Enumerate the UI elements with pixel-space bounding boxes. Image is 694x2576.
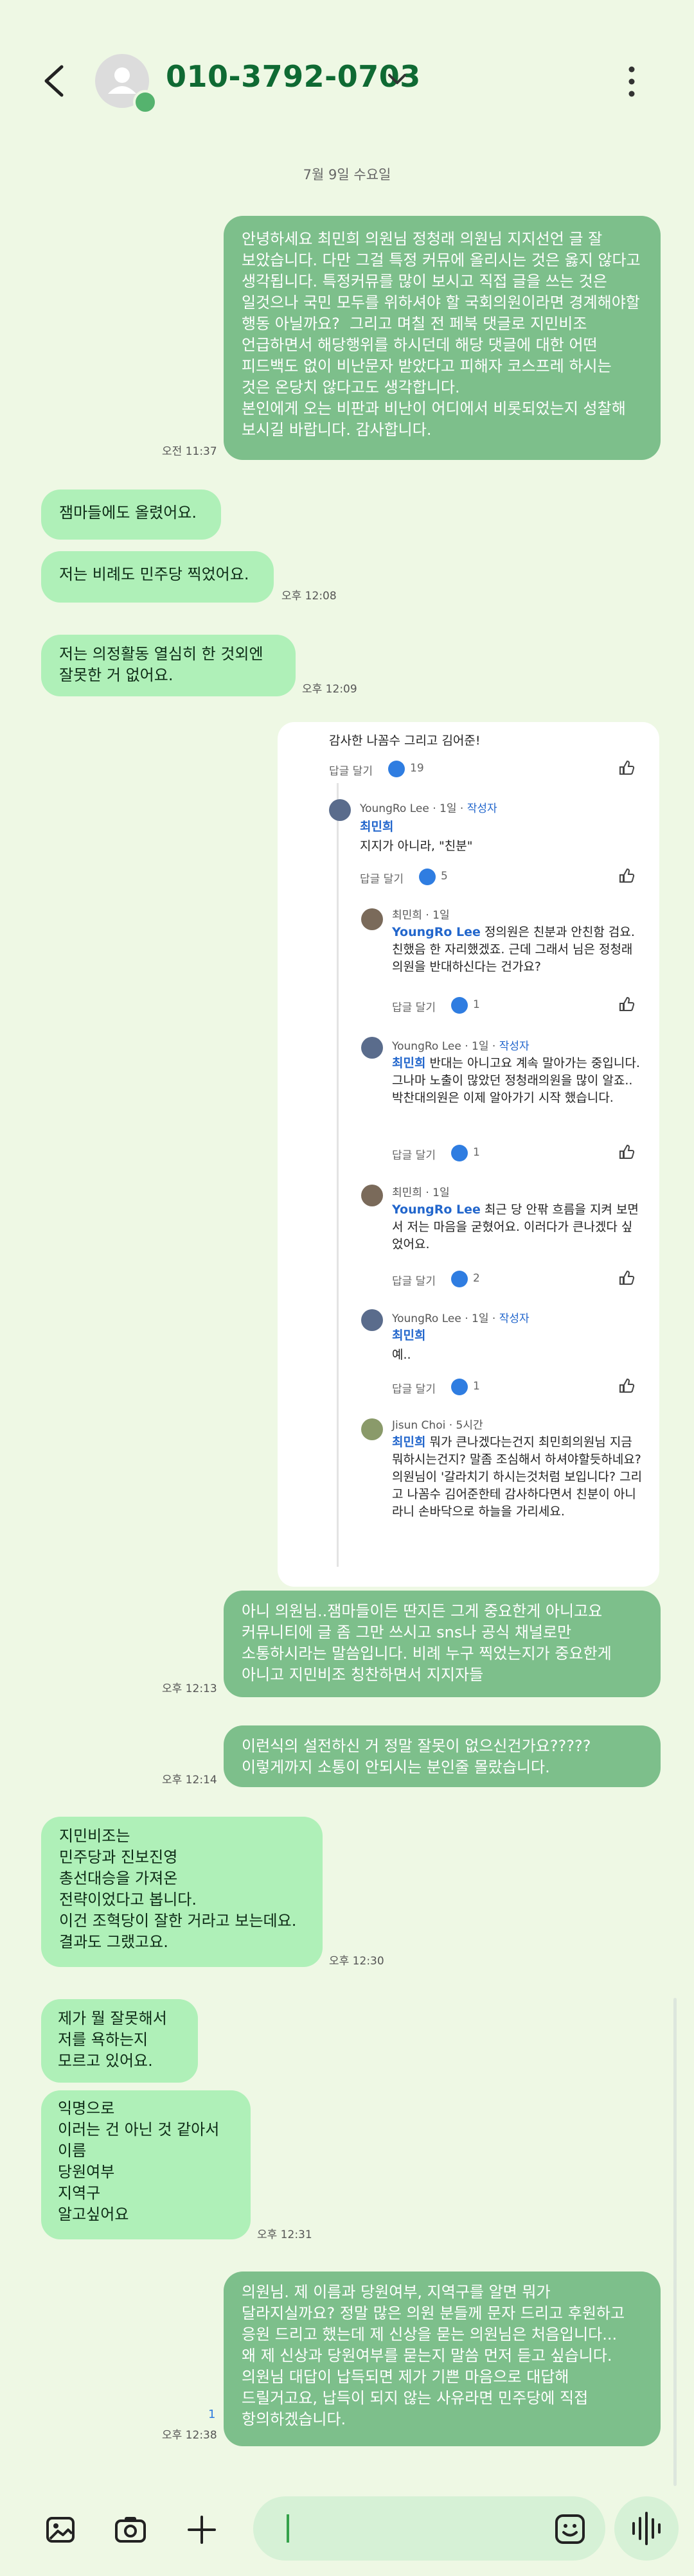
like-count-icon (451, 1379, 468, 1395)
thread-line (337, 783, 339, 1567)
message-bubble-outgoing[interactable]: 의원님. 제 이름과 당원여부, 지역구를 알면 뭐가 달라지실까요? 정말 많… (224, 2272, 661, 2446)
like-count: 19 (410, 762, 424, 775)
avatar (361, 1037, 383, 1059)
text-cursor (287, 2514, 289, 2543)
avatar (361, 1309, 383, 1331)
comment-text: 예.. (392, 1348, 411, 1362)
reply-link[interactable]: 답글 달기 (329, 762, 373, 778)
like-count-icon (419, 869, 436, 885)
comment-text: 최민희 뭐가 큰나겠다는건지 최민희의원님 지금 뭐하시는건지? 말좀 조심해서… (392, 1435, 643, 1519)
message-time: 오전 11:37 (162, 445, 217, 458)
message-bubble-incoming[interactable]: 제가 뭘 잘못해서 저를 욕하는지 모르고 있어요. (41, 1999, 198, 2083)
back-arrow-icon[interactable] (37, 62, 71, 100)
thumb-up-icon[interactable] (618, 996, 635, 1012)
like-count: 2 (473, 1272, 480, 1285)
chevron-down-icon[interactable] (384, 69, 410, 89)
message-bubble-incoming[interactable]: 저는 의정활동 열심히 한 것외엔 잘못한 거 없어요. (41, 635, 296, 696)
avatar (329, 799, 351, 821)
comment-text: 감사한 나꼼수 그리고 김어준! (329, 734, 481, 748)
online-status-dot (133, 90, 157, 114)
message-input[interactable] (253, 2496, 605, 2561)
comment-author: YoungRo Lee · 1일 · 작성자 (360, 802, 497, 815)
reply-link[interactable]: 답글 달기 (392, 1146, 436, 1162)
message-time: 오후 12:08 (281, 590, 337, 603)
comment-author: Jisun Choi · 5시간 (392, 1419, 483, 1432)
like-count-icon (451, 1145, 468, 1161)
unread-count: 1 (208, 2408, 216, 2421)
comment-author: 최민희 · 1일 (392, 1187, 450, 1199)
voice-record-button[interactable] (614, 2496, 679, 2561)
message-time: 오후 12:31 (257, 2228, 312, 2241)
like-count: 1 (473, 1380, 480, 1393)
message-bubble-outgoing[interactable]: 아니 의원님..잼마들이든 딴지든 그게 중요한게 아니고요 커뮤니티에 글 좀… (224, 1591, 661, 1697)
comment-text: YoungRo Lee 최근 당 안팎 흐름을 지켜 보면서 저는 마음을 굳혔… (392, 1203, 639, 1251)
like-count: 1 (473, 1146, 480, 1159)
comment-mention[interactable]: 최민희 (392, 1327, 425, 1345)
thumb-up-icon[interactable] (618, 1377, 635, 1394)
avatar (361, 1185, 383, 1206)
like-count-icon (388, 761, 405, 777)
gallery-icon[interactable] (45, 2514, 76, 2545)
reply-link[interactable]: 답글 달기 (392, 1380, 436, 1396)
conversation-header: 010-3792-0703 (0, 0, 694, 161)
message-time: 오후 12:30 (329, 1955, 384, 1968)
avatar (361, 1418, 383, 1440)
reply-link[interactable]: 답글 달기 (360, 870, 404, 886)
plus-icon[interactable] (186, 2514, 217, 2545)
message-time: 오후 12:09 (302, 683, 357, 696)
comment-author: YoungRo Lee · 1일 · 작성자 (392, 1040, 529, 1053)
comment-text: YoungRo Lee 정의원은 친분과 안친함 검요.친했음 한 자리했겠죠.… (392, 925, 635, 974)
like-count: 5 (441, 870, 448, 883)
message-time: 오후 12:14 (162, 1774, 217, 1786)
comment-mention[interactable]: 최민희 (360, 818, 393, 836)
reply-link[interactable]: 답글 달기 (392, 998, 436, 1014)
message-time: 오후 12:38 (162, 2429, 217, 2442)
like-count-icon (451, 1271, 468, 1287)
comment-author: YoungRo Lee · 1일 · 작성자 (392, 1312, 529, 1325)
like-count: 1 (473, 998, 480, 1011)
comment-author: 최민희 · 1일 (392, 909, 450, 922)
message-bubble-outgoing[interactable]: 안녕하세요 최민희 의원님 정청래 의원님 지지선언 글 잘 보았습니다. 다만… (224, 216, 661, 460)
voice-wave-icon (632, 2512, 661, 2545)
shared-screenshot[interactable]: 감사한 나꼼수 그리고 김어준! 답글 달기 19 YoungRo Lee · … (278, 722, 659, 1587)
message-bubble-incoming[interactable]: 저는 비례도 민주당 찍었어요. (41, 551, 274, 603)
more-vert-icon[interactable] (622, 63, 641, 100)
reply-link[interactable]: 답글 달기 (392, 1272, 436, 1288)
message-bubble-outgoing[interactable]: 이런식의 설전하신 거 정말 잘못이 없으신건가요????? 이렇게까지 소통이… (224, 1725, 661, 1787)
thumb-up-icon[interactable] (618, 867, 635, 884)
message-bubble-incoming[interactable]: 익명으로 이러는 건 아닌 것 같아서 이름 당원여부 지역구 알고싶어요 (41, 2090, 251, 2239)
avatar (361, 908, 383, 930)
message-bubble-incoming[interactable]: 지민비조는 민주당과 진보진영 총선대승을 가져온 전략이었다고 봅니다. 이건… (41, 1817, 323, 1967)
thumb-up-icon[interactable] (618, 1143, 635, 1160)
like-count-icon (451, 997, 468, 1014)
scrollbar[interactable] (673, 1998, 677, 2486)
message-time: 오후 12:13 (162, 1682, 217, 1695)
message-bubble-incoming[interactable]: 잼마들에도 올렸어요. (41, 490, 221, 540)
emoji-icon[interactable] (554, 2513, 586, 2545)
thumb-up-icon[interactable] (618, 1269, 635, 1286)
comment-text: 지지가 아니라, "친분" (360, 839, 473, 853)
thumb-up-icon[interactable] (618, 759, 635, 776)
comment-text: 최민희 반대는 아니고요 계속 말아가는 중입니다. 그나마 노출이 많았던 정… (392, 1056, 640, 1105)
date-divider: 7월 9일 수요일 (303, 167, 391, 182)
camera-icon[interactable] (114, 2514, 147, 2545)
contact-name[interactable]: 010-3792-0703 (166, 59, 421, 94)
